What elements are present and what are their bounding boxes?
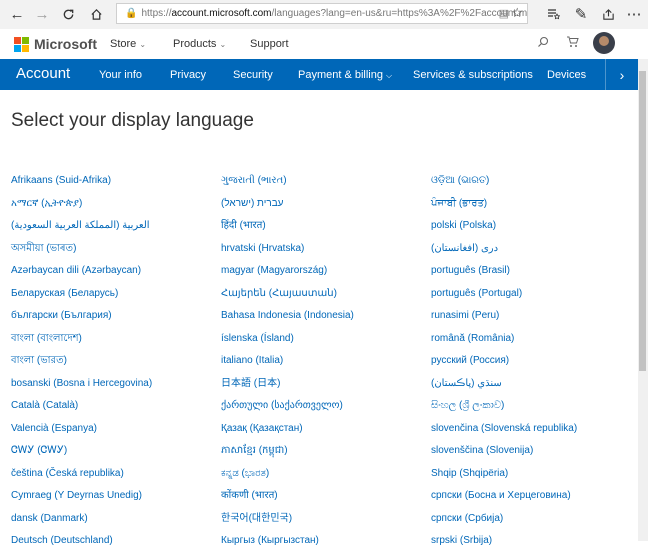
share-icon[interactable]: [597, 3, 619, 25]
language-link[interactable]: italiano (Italia): [221, 350, 354, 373]
tab-privacy[interactable]: Privacy: [170, 69, 206, 81]
language-link[interactable]: íslenska (Ísland): [221, 328, 354, 351]
chevron-down-icon: ⌄: [219, 40, 227, 49]
language-link[interactable]: dansk (Danmark): [11, 508, 152, 531]
language-link[interactable]: ਪੰਜਾਬੀ (ਭਾਰਤ): [431, 193, 577, 216]
language-link[interactable]: العربية (المملكة العربية السعودية): [11, 215, 152, 238]
language-link[interactable]: ქართული (საქართველო): [221, 395, 354, 418]
chevron-right-icon[interactable]: ›: [605, 59, 638, 90]
address-bar[interactable]: 🔒 https://account.microsoft.com/language…: [116, 3, 528, 24]
language-link[interactable]: සිංහල (ශ්‍රී ලංකාව): [431, 395, 577, 418]
language-link[interactable]: ᏣᎳᎩ (ᏣᎳᎩ): [11, 440, 152, 463]
language-link[interactable]: română (România): [431, 328, 577, 351]
tab-services-subscriptions[interactable]: Services & subscriptions: [413, 69, 533, 81]
microsoft-header: Microsoft Store ⌄ Products ⌄ Support: [0, 29, 648, 59]
language-link[interactable]: Shqip (Shqipëria): [431, 463, 577, 486]
language-link[interactable]: कोंकणी (भारत): [221, 485, 354, 508]
language-link[interactable]: русский (Россия): [431, 350, 577, 373]
account-title[interactable]: Account: [16, 65, 70, 82]
language-link[interactable]: български (България): [11, 305, 152, 328]
language-link[interactable]: বাংলা (বাংলাদেশ): [11, 328, 152, 351]
language-link[interactable]: português (Portugal): [431, 283, 577, 306]
language-link[interactable]: سنڌي (پاڪستان): [431, 373, 577, 396]
language-link[interactable]: 한국어(대한민국): [221, 508, 354, 531]
refresh-icon[interactable]: [57, 3, 79, 25]
tab-devices[interactable]: Devices: [547, 69, 586, 81]
language-link[interactable]: bosanski (Bosna i Hercegovina): [11, 373, 152, 396]
avatar[interactable]: [593, 32, 615, 54]
forward-icon[interactable]: →: [31, 3, 53, 25]
chevron-down-icon: ⌵: [386, 71, 393, 80]
language-link[interactable]: Deutsch (Deutschland): [11, 530, 152, 553]
language-link[interactable]: Català (Català): [11, 395, 152, 418]
language-link[interactable]: polski (Polska): [431, 215, 577, 238]
search-icon[interactable]: [537, 36, 549, 51]
back-icon[interactable]: ←: [6, 3, 28, 25]
language-link[interactable]: magyar (Magyarország): [221, 260, 354, 283]
language-link[interactable]: српски (Србија): [431, 508, 577, 531]
language-link[interactable]: دری (افغانستان): [431, 238, 577, 261]
chevron-down-icon: ⌄: [139, 40, 147, 49]
main-content: Select your display language Afrikaans (…: [0, 90, 638, 546]
tab-payment-billing[interactable]: Payment & billing ⌵: [298, 69, 392, 81]
browser-toolbar: ← → 🔒 https://account.microsoft.com/lang…: [0, 0, 648, 30]
nav-products[interactable]: Products ⌄: [173, 38, 226, 50]
language-link[interactable]: Bahasa Indonesia (Indonesia): [221, 305, 354, 328]
more-icon[interactable]: ⋯: [623, 3, 645, 25]
pen-icon[interactable]: ✎: [570, 3, 592, 25]
language-link[interactable]: slovenčina (Slovenská republika): [431, 418, 577, 441]
language-link[interactable]: বাংলা (ভারত): [11, 350, 152, 373]
language-link[interactable]: 日本語 (日本): [221, 373, 354, 396]
language-link[interactable]: hrvatski (Hrvatska): [221, 238, 354, 261]
reading-view-icon[interactable]: ▤: [499, 7, 509, 20]
microsoft-logo[interactable]: [14, 37, 29, 52]
tab-your-info[interactable]: Your info: [99, 69, 142, 81]
language-link[interactable]: Қазақ (Қазақстан): [221, 418, 354, 441]
language-link[interactable]: ಕನ್ನಡ (ಭಾರತ): [221, 463, 354, 486]
language-column-1: Afrikaans (Suid-Afrika) አማርኛ (ኢትዮጵያ) الع…: [11, 170, 152, 553]
language-link[interactable]: ភាសាខ្មែរ (កម្ពុជា): [221, 440, 354, 463]
address-bar-url: https://account.microsoft.com/languages?…: [141, 8, 528, 19]
nav-support[interactable]: Support: [250, 38, 289, 50]
language-link[interactable]: čeština (Česká republika): [11, 463, 152, 486]
brand-name: Microsoft: [34, 36, 97, 52]
page-scrollbar[interactable]: [638, 59, 648, 541]
language-link[interactable]: Valencià (Espanya): [11, 418, 152, 441]
language-link[interactable]: Հայերեն (Հայաստան): [221, 283, 354, 306]
language-link[interactable]: עברית (ישראל): [221, 193, 354, 216]
favorite-star-icon[interactable]: ☆: [511, 5, 523, 21]
tab-security[interactable]: Security: [233, 69, 273, 81]
scrollbar-thumb[interactable]: [639, 71, 646, 371]
language-link[interactable]: português (Brasil): [431, 260, 577, 283]
language-link[interactable]: српски (Босна и Херцеговина): [431, 485, 577, 508]
page-title: Select your display language: [11, 110, 254, 131]
favorites-hub-icon[interactable]: [542, 3, 564, 25]
language-link[interactable]: Cymraeg (Y Deyrnas Unedig): [11, 485, 152, 508]
language-link[interactable]: ଓଡ଼ିଆ (ଭାରତ): [431, 170, 577, 193]
language-link[interactable]: runasimi (Peru): [431, 305, 577, 328]
language-link[interactable]: ગુજરાતી (ભારત): [221, 170, 354, 193]
home-icon[interactable]: [85, 3, 107, 25]
language-link[interactable]: srpski (Srbija): [431, 530, 577, 553]
language-link[interactable]: অসমীয়া (ভাৰত): [11, 238, 152, 261]
language-column-2: ગુજરાતી (ભારત) עברית (ישראל) हिंदी (भारत…: [221, 170, 354, 553]
language-link[interactable]: Azərbaycan dili (Azərbaycan): [11, 260, 152, 283]
language-link[interactable]: Беларуская (Беларусь): [11, 283, 152, 306]
language-column-3: ଓଡ଼ିଆ (ଭାରତ) ਪੰਜਾਬੀ (ਭਾਰਤ) polski (Polsk…: [431, 170, 577, 553]
language-link[interactable]: हिंदी (भारत): [221, 215, 354, 238]
language-link[interactable]: slovenščina (Slovenija): [431, 440, 577, 463]
nav-store[interactable]: Store ⌄: [110, 38, 146, 50]
language-link[interactable]: አማርኛ (ኢትዮጵያ): [11, 193, 152, 216]
language-link[interactable]: Кыргыз (Кыргызстан): [221, 530, 354, 553]
language-link[interactable]: Afrikaans (Suid-Afrika): [11, 170, 152, 193]
cart-icon[interactable]: [566, 36, 579, 51]
account-nav: Account Your info Privacy Security Payme…: [0, 59, 638, 90]
lock-icon: 🔒: [125, 8, 138, 19]
